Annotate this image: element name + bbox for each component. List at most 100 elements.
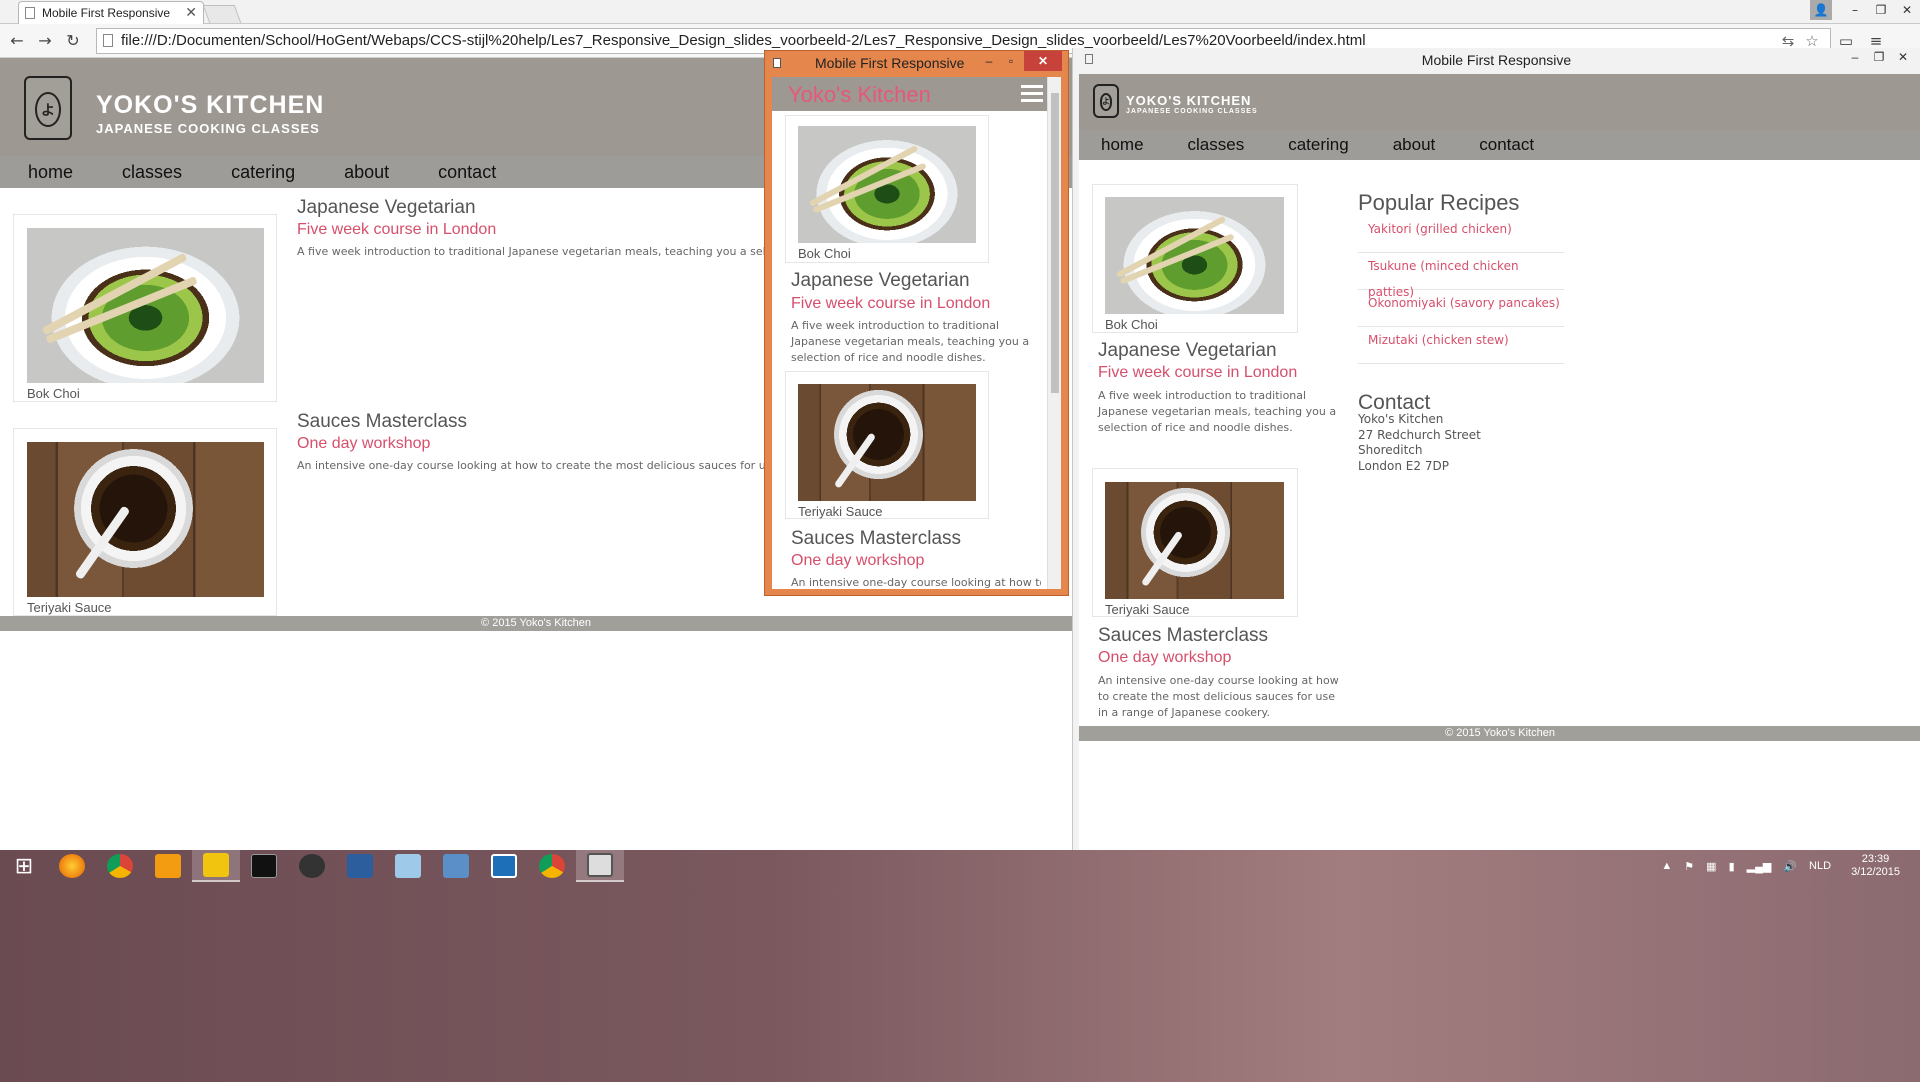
site-footer: © 2015 Yoko's Kitchen: [0, 616, 1072, 631]
windows-start-icon[interactable]: ⊞: [0, 850, 48, 882]
windows-icon[interactable]: ▦: [1706, 860, 1716, 873]
course-subtitle: One day workshop: [791, 552, 925, 569]
nav-catering[interactable]: catering: [1288, 135, 1348, 155]
nav-contact[interactable]: contact: [1479, 135, 1534, 155]
cast-icon[interactable]: ▭: [1831, 32, 1861, 50]
close-button[interactable]: ✕: [1890, 50, 1916, 64]
restore-button[interactable]: ❐: [1868, 0, 1894, 20]
window-title: Mobile First Responsive: [1421, 52, 1572, 68]
nav-classes[interactable]: classes: [122, 162, 182, 183]
firefox-icon[interactable]: [48, 850, 96, 882]
flag-icon[interactable]: ⚑: [1684, 860, 1694, 873]
remote-desktop-icon[interactable]: [576, 850, 624, 882]
recipe-link[interactable]: Tsukune (minced chicken patties): [1358, 253, 1564, 299]
course-description: An intensive one-day course looking at h…: [1098, 674, 1339, 719]
nav-catering[interactable]: catering: [231, 162, 295, 183]
recipe-link[interactable]: Yakitori (grilled chicken): [1358, 216, 1564, 253]
course-subtitle: Five week course in London: [297, 221, 497, 238]
url-text[interactable]: file:///D:/Documenten/School/HoGent/Weba…: [121, 32, 1776, 49]
teriyaki-photo: [1105, 482, 1284, 599]
mobile-preview-window: Mobile First Responsive – ▫ ✕ Yoko's Kit…: [764, 50, 1069, 596]
browser-tab[interactable]: Mobile First Responsive ✕: [18, 1, 204, 24]
back-icon[interactable]: ←: [6, 31, 28, 50]
command-prompt-icon[interactable]: [240, 850, 288, 882]
system-tray: ▲ ⚑ ▦ ▮ ▂▄▆ 🔊 NLD 23:39 3/12/2015: [1649, 850, 1900, 882]
battery-icon[interactable]: ▮: [1729, 860, 1735, 873]
user-icon[interactable]: 👤: [1810, 0, 1832, 20]
nav-contact[interactable]: contact: [438, 162, 496, 183]
minimize-button[interactable]: –: [978, 51, 1000, 71]
vertical-scrollbar[interactable]: [1047, 77, 1061, 589]
course-description: A five week introduction to traditional …: [297, 245, 767, 258]
brand-name: YOKO'S KITCHEN: [1126, 93, 1252, 108]
close-button[interactable]: ✕: [1024, 51, 1062, 71]
teriyaki-photo: [798, 384, 976, 501]
nav-about[interactable]: about: [344, 162, 389, 183]
notes-icon[interactable]: [384, 850, 432, 882]
hamburger-menu-icon[interactable]: [1021, 85, 1043, 106]
site-nav: home classes catering about contact: [1079, 130, 1920, 160]
course-title: Sauces Masterclass: [1098, 625, 1269, 646]
forward-icon[interactable]: →: [34, 31, 56, 50]
bookmark-star-icon[interactable]: ☆: [1800, 32, 1824, 50]
desktop-preview-window: Mobile First Responsive – ❐ ✕ よ YOKO'S K…: [1072, 48, 1920, 850]
site-footer: © 2015 Yoko's Kitchen: [1079, 726, 1920, 741]
recipe-link[interactable]: Mizutaki (chicken stew): [1358, 327, 1564, 364]
minimize-button[interactable]: –: [1842, 0, 1868, 20]
scrollbar-thumb[interactable]: [1051, 93, 1059, 393]
photo-caption: Teriyaki Sauce: [798, 504, 883, 519]
contact-line: London E2 7DP: [1358, 459, 1449, 473]
windows-taskbar: ⊞ ▲ ⚑ ▦ ▮ ▂▄▆ 🔊 NLD 23:39 3/12/2015: [0, 850, 1920, 1082]
course-title: Japanese Vegetarian: [1098, 340, 1277, 361]
page-icon: [773, 58, 781, 68]
restore-button[interactable]: ❐: [1866, 50, 1892, 64]
tab-title: Mobile First Responsive: [42, 6, 171, 20]
course-title: Sauces Masterclass: [791, 528, 962, 549]
new-tab-button[interactable]: [202, 5, 242, 23]
chrome-icon[interactable]: [96, 850, 144, 882]
show-hidden-icons-icon[interactable]: ▲: [1661, 860, 1672, 872]
nav-about[interactable]: about: [1393, 135, 1436, 155]
course-description: An intensive one-day course looking at h…: [297, 459, 767, 472]
brackets-icon[interactable]: [480, 850, 528, 882]
nav-home[interactable]: home: [28, 162, 73, 183]
course-title: Japanese Vegetarian: [791, 270, 970, 291]
chrome-icon[interactable]: [528, 850, 576, 882]
mobile-viewport: Yoko's Kitchen Bok Choi Japanese Vegetar…: [772, 77, 1061, 589]
window-titlebar[interactable]: Mobile First Responsive – ❐ ✕: [1073, 48, 1920, 72]
bok-choi-photo: [27, 228, 264, 383]
photo-caption: Bok Choi: [1105, 317, 1158, 332]
course-title: Sauces Masterclass: [297, 411, 468, 432]
reload-icon[interactable]: ↻: [62, 31, 84, 50]
mobile-title: Yoko's Kitchen: [788, 82, 931, 107]
recipe-link[interactable]: Okonomiyaki (savory pancakes): [1358, 290, 1564, 327]
file-explorer-icon[interactable]: [192, 850, 240, 882]
course-description: A five week introduction to traditional …: [791, 319, 1030, 364]
course-subtitle: One day workshop: [297, 435, 431, 452]
nav-home[interactable]: home: [1101, 135, 1144, 155]
course-subtitle: One day workshop: [1098, 649, 1232, 666]
calculator-icon[interactable]: [432, 850, 480, 882]
clock[interactable]: 23:39 3/12/2015: [1851, 853, 1900, 879]
window-controls: 👤 – ❐ ✕: [1810, 0, 1920, 20]
menu-icon[interactable]: ≡: [1861, 32, 1891, 50]
minimize-button[interactable]: –: [1842, 50, 1868, 64]
close-button[interactable]: ✕: [1894, 0, 1920, 20]
course-title: Japanese Vegetarian: [297, 197, 476, 218]
language-indicator[interactable]: NLD: [1809, 860, 1831, 872]
photo-caption: Bok Choi: [27, 386, 80, 401]
media-player-icon[interactable]: [144, 850, 192, 882]
network-icon[interactable]: ▂▄▆: [1747, 860, 1772, 873]
notepad-icon[interactable]: [336, 850, 384, 882]
course-description: An intensive one-day course looking at h…: [791, 576, 1041, 589]
browser-tabstrip: Mobile First Responsive ✕ 👤 – ❐ ✕: [0, 0, 1920, 24]
window-titlebar[interactable]: Mobile First Responsive – ▫ ✕: [765, 51, 1068, 75]
maximize-button[interactable]: ▫: [1000, 51, 1022, 71]
clock-date: 3/12/2015: [1851, 866, 1900, 878]
close-icon[interactable]: ✕: [185, 5, 197, 21]
translate-icon[interactable]: ⇆: [1776, 32, 1800, 50]
contact-line: Yoko's Kitchen: [1358, 412, 1444, 426]
nav-classes[interactable]: classes: [1188, 135, 1245, 155]
volume-icon[interactable]: 🔊: [1783, 860, 1797, 873]
obs-icon[interactable]: [288, 850, 336, 882]
